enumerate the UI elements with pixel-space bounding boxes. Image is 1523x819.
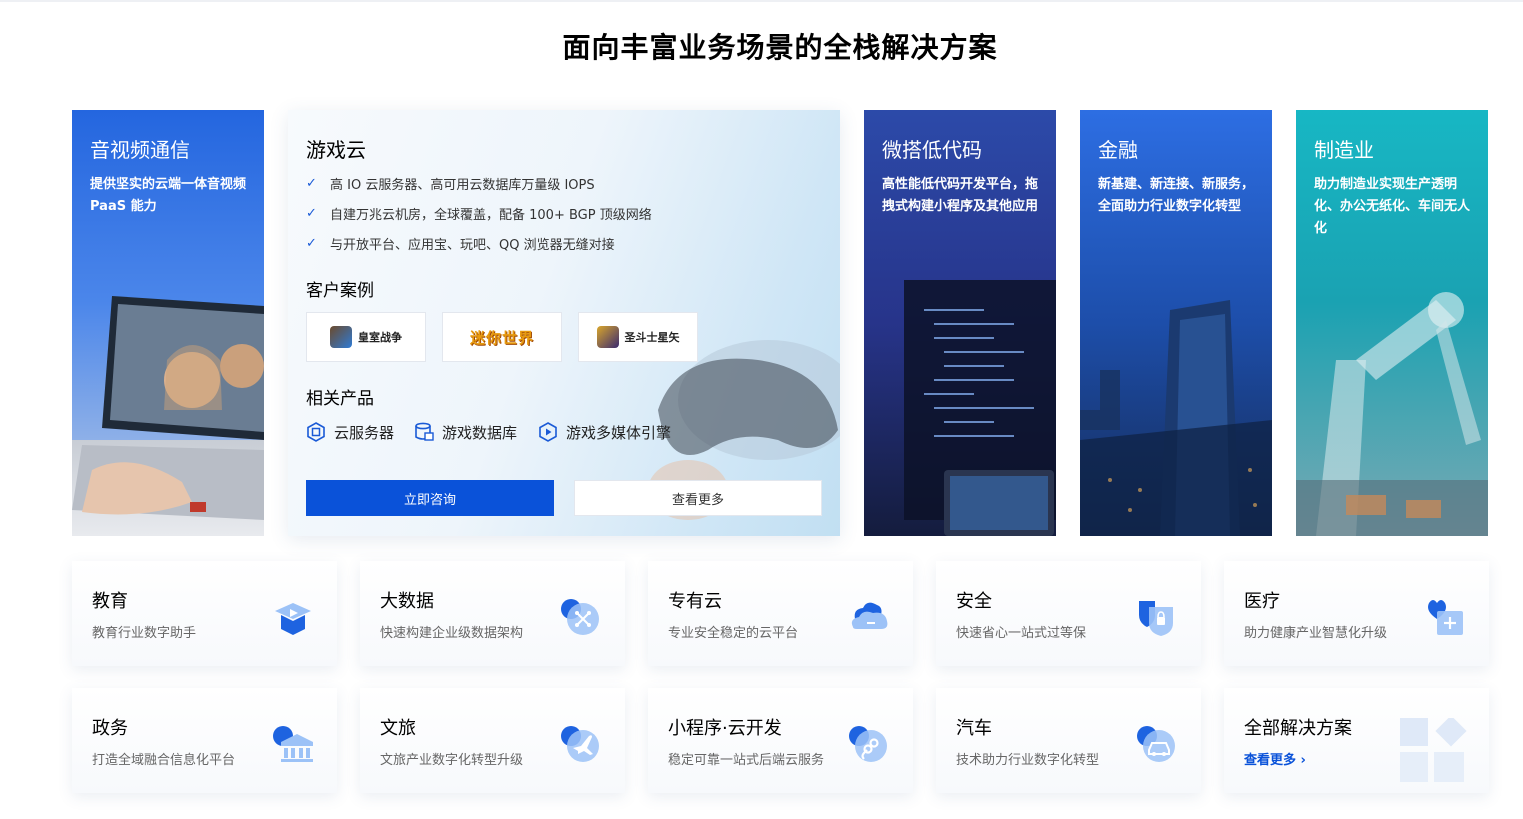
card-description: 提供坚实的云端一体音视频 PaaS 能力 [90,177,247,214]
card-title: 专有云 [668,591,722,612]
solution-card-finance[interactable]: 金融 新基建、新连接、新服务，全面助力行业数字化转型 [1080,110,1272,536]
case-mini-world[interactable]: 迷你世界 [442,312,562,362]
cloud-icon [851,602,888,629]
check-icon: ✓ [306,206,317,221]
cases-heading: 客户案例 [306,281,374,301]
check-icon: ✓ [306,176,317,191]
card-title: 医疗 [1244,591,1280,612]
products-heading: 相关产品 [306,389,374,409]
card-title: 政务 [92,718,128,739]
chevron-right-icon: › [1300,753,1306,768]
server-icon [307,422,325,442]
card-description: 助力制造业实现生产透明化、办公无纸化、车间无人化 [1314,177,1471,236]
database-icon [415,422,434,441]
feature-item: ✓ 高 IO 云服务器、高可用云数据库万量级 IOPS [306,176,595,193]
solution-card-medical[interactable]: 医疗 助力健康产业智慧化升级 [1224,561,1489,666]
card-description: 快速构建企业级数据架构 [380,626,524,641]
grid-icon [1400,718,1467,782]
graduation-cap-icon [275,603,311,635]
check-icon: ✓ [306,236,317,251]
feature-item: ✓ 与开放平台、应用宝、玩吧、QQ 浏览器无缝对接 [306,236,615,253]
solution-card-automotive[interactable]: 汽车 技术助力行业数字化转型 [936,688,1201,793]
card-description: 稳定可靠一站式后端云服务 [668,753,825,768]
product-game-media-engine[interactable]: 游戏多媒体引擎 [538,421,671,443]
product-game-db[interactable]: 游戏数据库 [414,421,517,443]
solution-card-av[interactable]: 音视频通信 提供坚实的云端一体音视频 PaaS 能力 [72,110,264,536]
card-description: 技术助力行业数字化转型 [956,753,1100,768]
card-title: 汽车 [956,718,992,739]
government-building-icon [273,726,313,762]
saint-seiya-logo [596,326,619,348]
airplane-icon [561,726,599,762]
solution-card-miniprogram[interactable]: 小程序·云开发 稳定可靠一站式后端云服务 [648,688,913,793]
card-title: 文旅 [380,718,416,739]
card-description: 新基建、新连接、新服务，全面助力行业数字化转型 [1098,177,1255,214]
car-icon [1137,726,1175,762]
solution-card-culture-tourism[interactable]: 文旅 文旅产业数字化转型升级 [360,688,625,793]
card-description: 高性能低代码开发平台，拖拽式构建小程序及其他应用 [882,177,1039,214]
feature-item: ✓ 自建万兆云机房，全球覆盖，配备 100+ BGP 顶级网络 [306,206,652,223]
case-clash-royale[interactable]: 皇室战争 [306,312,426,362]
card-title: 教育 [92,591,128,612]
card-title: 大数据 [380,591,434,612]
mini-world-logo: 迷你世界 [469,328,534,347]
card-description: 文旅产业数字化转型升级 [380,753,524,768]
media-engine-icon [539,422,557,442]
card-title: 制造业 [1314,138,1374,162]
card-title: 安全 [956,591,992,612]
link-icon [849,726,887,762]
card-description: 快速省心一站式过等保 [956,626,1087,641]
view-more-button[interactable]: 查看更多 [574,480,822,516]
solution-card-all-solutions[interactable]: 全部解决方案 查看更多 › [1224,688,1489,793]
solution-card-game: 游戏云 ✓ 高 IO 云服务器、高可用云数据库万量级 IOPS ✓ 自建万兆云机房，… [288,110,840,536]
big-data-icon [561,599,599,635]
solution-card-education[interactable]: 教育 教育行业数字助手 [72,561,337,666]
solution-card-manufacturing[interactable]: 制造业 助力制造业实现生产透明化、办公无纸化、车间无人化 [1296,110,1488,536]
medical-heart-icon [1428,600,1463,635]
clash-royale-logo [330,326,352,348]
card-title: 微搭低代码 [882,138,982,162]
card-title: 游戏云 [306,138,366,162]
card-description: 助力健康产业智慧化升级 [1244,626,1388,641]
card-title: 音视频通信 [90,138,190,162]
card-description: 专业安全稳定的云平台 [668,626,799,641]
consult-now-button[interactable]: 立即咨询 [306,480,554,516]
view-more-link[interactable]: 查看更多 › [1244,749,1306,768]
card-description: 教育行业数字助手 [92,626,197,641]
page-title: 面向丰富业务场景的全栈解决方案 [562,31,998,64]
top-divider [0,0,1523,2]
card-title: 小程序·云开发 [668,718,782,739]
card-title: 金融 [1098,138,1138,162]
card-title: 全部解决方案 [1244,718,1352,739]
solution-card-government[interactable]: 政务 打造全域融合信息化平台 [72,688,337,793]
product-cvm[interactable]: 云服务器 [306,421,394,443]
solution-card-lowcode[interactable]: 微搭低代码 高性能低代码开发平台，拖拽式构建小程序及其他应用 [864,110,1056,536]
solution-card-bigdata[interactable]: 大数据 快速构建企业级数据架构 [360,561,625,666]
shield-icon [1139,601,1173,636]
card-description: 打造全域融合信息化平台 [92,753,236,768]
case-saint-seiya[interactable]: 圣斗士星矢 [578,312,698,362]
solution-card-private-cloud[interactable]: 专有云 专业安全稳定的云平台 [648,561,913,666]
solution-card-security[interactable]: 安全 快速省心一站式过等保 [936,561,1201,666]
